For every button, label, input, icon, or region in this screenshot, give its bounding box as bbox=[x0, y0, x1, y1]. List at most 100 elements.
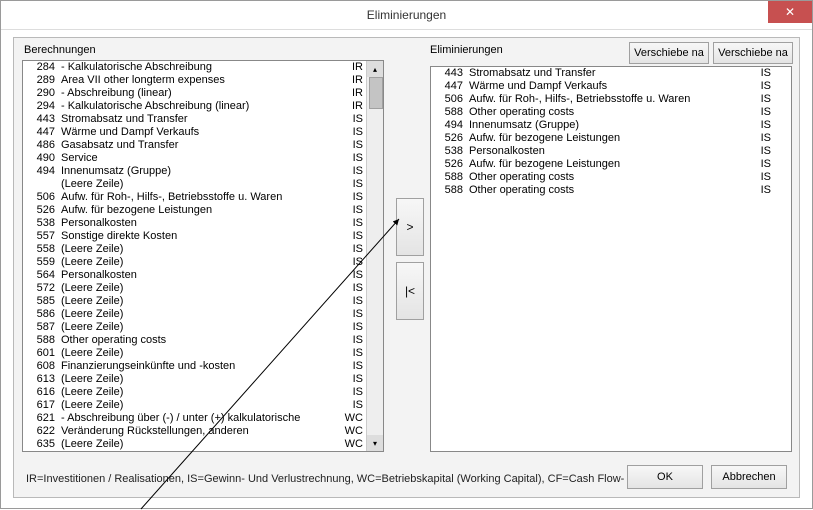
list-item[interactable]: 586(Leere Zeile)IS bbox=[23, 308, 367, 321]
list-item[interactable]: 616(Leere Zeile)IS bbox=[23, 386, 367, 399]
row-text: Other operating costs bbox=[61, 334, 339, 347]
list-item[interactable]: 506Aufw. für Roh-, Hilfs-, Betriebsstoff… bbox=[23, 191, 367, 204]
list-item[interactable]: 588Other operating costsIS bbox=[431, 184, 775, 197]
list-item[interactable]: 526Aufw. für bezogene LeistungenIS bbox=[23, 204, 367, 217]
ok-button[interactable]: OK bbox=[627, 465, 703, 489]
row-text: Veränderung Rückstellungen, anderen bbox=[61, 425, 339, 438]
list-item[interactable]: 447Wärme und Dampf VerkaufsIS bbox=[431, 80, 775, 93]
row-id: 494 bbox=[23, 165, 61, 178]
row-id: 588 bbox=[431, 106, 469, 119]
row-id: 290 bbox=[23, 87, 61, 100]
scroll-up-icon[interactable]: ▴ bbox=[367, 61, 383, 77]
row-tag: IS bbox=[747, 80, 775, 93]
add-button[interactable]: > bbox=[396, 198, 424, 256]
row-tag: IS bbox=[339, 386, 367, 399]
chevron-right-icon: > bbox=[406, 220, 413, 234]
list-item[interactable]: 290 - Abschreibung (linear)IR bbox=[23, 87, 367, 100]
row-id: 506 bbox=[23, 191, 61, 204]
row-tag: IS bbox=[747, 93, 775, 106]
row-text: Aufw. für bezogene Leistungen bbox=[469, 158, 747, 171]
row-text: Wärme und Dampf Verkaufs bbox=[61, 126, 339, 139]
list-item[interactable]: 526Aufw. für bezogene LeistungenIS bbox=[431, 158, 775, 171]
move-up-button[interactable]: Verschiebe na bbox=[629, 42, 709, 64]
list-item[interactable]: 635(Leere Zeile)WC bbox=[23, 438, 367, 451]
list-item[interactable]: (Leere Zeile)IS bbox=[23, 178, 367, 191]
scroll-thumb[interactable] bbox=[369, 77, 383, 109]
row-text: (Leere Zeile) bbox=[61, 399, 339, 412]
list-item[interactable]: 564PersonalkostenIS bbox=[23, 269, 367, 282]
list-item[interactable]: 447Wärme und Dampf VerkaufsIS bbox=[23, 126, 367, 139]
list-item[interactable]: 587(Leere Zeile)IS bbox=[23, 321, 367, 334]
list-item[interactable]: 486Gasabsatz und TransferIS bbox=[23, 139, 367, 152]
row-text: - Abschreibung (linear) bbox=[61, 87, 339, 100]
list-item[interactable]: 585(Leere Zeile)IS bbox=[23, 295, 367, 308]
row-id: 601 bbox=[23, 347, 61, 360]
list-item[interactable]: 494Innenumsatz (Gruppe)IS bbox=[431, 119, 775, 132]
list-item[interactable]: 443Stromabsatz und TransferIS bbox=[23, 113, 367, 126]
scroll-down-icon[interactable]: ▾ bbox=[367, 435, 383, 451]
row-tag: IS bbox=[747, 184, 775, 197]
list-item[interactable]: 622Veränderung Rückstellungen, anderenWC bbox=[23, 425, 367, 438]
row-text: Other operating costs bbox=[469, 106, 747, 119]
row-id: 447 bbox=[23, 126, 61, 139]
row-text: (Leere Zeile) bbox=[61, 282, 339, 295]
list-item[interactable]: 558(Leere Zeile)IS bbox=[23, 243, 367, 256]
row-text: Area VII other longterm expenses bbox=[61, 74, 339, 87]
move-down-button[interactable]: Verschiebe na bbox=[713, 42, 793, 64]
row-text: Stromabsatz und Transfer bbox=[61, 113, 339, 126]
list-item[interactable]: 506Aufw. für Roh-, Hilfs-, Betriebsstoff… bbox=[431, 93, 775, 106]
row-tag: IS bbox=[339, 308, 367, 321]
list-item[interactable]: 621 - Abschreibung über (-) / unter (+) … bbox=[23, 412, 367, 425]
row-id: 588 bbox=[431, 184, 469, 197]
list-item[interactable]: 538PersonalkostenIS bbox=[23, 217, 367, 230]
cancel-button[interactable]: Abbrechen bbox=[711, 465, 787, 489]
list-item[interactable]: 613(Leere Zeile)IS bbox=[23, 373, 367, 386]
list-item[interactable]: 559(Leere Zeile)IS bbox=[23, 256, 367, 269]
row-tag: IS bbox=[339, 191, 367, 204]
row-text: - Kalkulatorische Abschreibung bbox=[61, 61, 339, 74]
list-item[interactable]: 526Aufw. für bezogene LeistungenIS bbox=[431, 132, 775, 145]
list-item[interactable]: 588Other operating costsIS bbox=[431, 106, 775, 119]
list-item[interactable]: 601(Leere Zeile)IS bbox=[23, 347, 367, 360]
row-tag: IS bbox=[747, 158, 775, 171]
left-scrollbar[interactable]: ▴ ▾ bbox=[366, 61, 383, 451]
list-item[interactable]: 490ServiceIS bbox=[23, 152, 367, 165]
list-item[interactable]: 572(Leere Zeile)IS bbox=[23, 282, 367, 295]
list-item[interactable]: 588Other operating costsIS bbox=[23, 334, 367, 347]
row-id bbox=[23, 178, 61, 191]
right-listbox[interactable]: 443Stromabsatz und TransferIS447Wärme un… bbox=[430, 66, 792, 452]
row-tag: IS bbox=[339, 360, 367, 373]
row-id: 494 bbox=[431, 119, 469, 132]
list-item[interactable]: 538PersonalkostenIS bbox=[431, 145, 775, 158]
row-tag: IS bbox=[339, 230, 367, 243]
list-item[interactable]: 588Other operating costsIS bbox=[431, 171, 775, 184]
list-item[interactable]: 608Finanzierungseinkünfte und -kostenIS bbox=[23, 360, 367, 373]
close-button[interactable]: ✕ bbox=[768, 1, 812, 23]
row-id: 616 bbox=[23, 386, 61, 399]
list-item[interactable]: 617(Leere Zeile)IS bbox=[23, 399, 367, 412]
reset-icon: |< bbox=[405, 284, 415, 298]
row-text: Finanzierungseinkünfte und -kosten bbox=[61, 360, 339, 373]
dialog-buttons: OK Abbrechen bbox=[627, 465, 787, 489]
list-item[interactable]: 443Stromabsatz und TransferIS bbox=[431, 67, 775, 80]
left-rows: 284 - Kalkulatorische AbschreibungIR289A… bbox=[23, 61, 367, 451]
right-list-label: Eliminierungen bbox=[430, 44, 503, 56]
row-text: Personalkosten bbox=[61, 269, 339, 282]
row-text: (Leere Zeile) bbox=[61, 386, 339, 399]
row-tag: IS bbox=[339, 217, 367, 230]
row-id: 538 bbox=[431, 145, 469, 158]
list-item[interactable]: 494Innenumsatz (Gruppe)IS bbox=[23, 165, 367, 178]
row-id: 564 bbox=[23, 269, 61, 282]
list-item[interactable]: 289Area VII other longterm expensesIR bbox=[23, 74, 367, 87]
list-item[interactable]: 557Sonstige direkte KostenIS bbox=[23, 230, 367, 243]
list-item[interactable]: 294 - Kalkulatorische Abschreibung (line… bbox=[23, 100, 367, 113]
row-id: 506 bbox=[431, 93, 469, 106]
row-tag: IS bbox=[747, 119, 775, 132]
row-tag: IS bbox=[339, 269, 367, 282]
remove-button[interactable]: |< bbox=[396, 262, 424, 320]
row-tag: IS bbox=[339, 113, 367, 126]
row-id: 526 bbox=[23, 204, 61, 217]
left-listbox[interactable]: 284 - Kalkulatorische AbschreibungIR289A… bbox=[22, 60, 384, 452]
list-item[interactable]: 284 - Kalkulatorische AbschreibungIR bbox=[23, 61, 367, 74]
row-id: 490 bbox=[23, 152, 61, 165]
